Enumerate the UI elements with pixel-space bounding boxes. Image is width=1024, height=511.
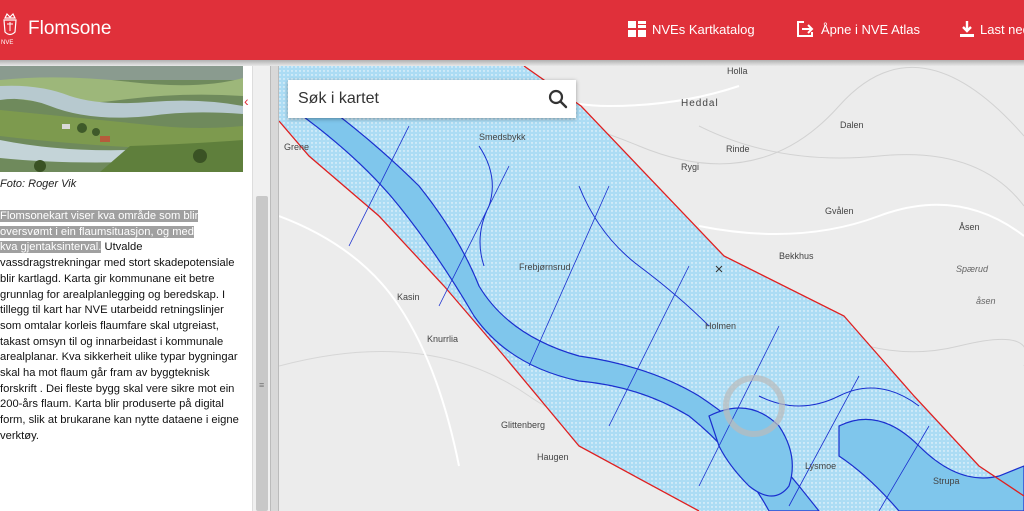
nav-atlas-link[interactable]: Åpne i NVE Atlas [797, 21, 920, 37]
photo-caption: Foto: Roger Vik [0, 178, 77, 190]
highlighted-text-1: Flomsonekart viser kva område som blir [0, 210, 199, 222]
top-bar: NVE Flomsone NVEs Kartkatalog Åpne i NVE… [0, 0, 1024, 60]
nav-download-link[interactable]: Last ned [960, 21, 1024, 37]
place-label: Haugen [537, 452, 569, 462]
nav-kartkatalog-label: NVEs Kartkatalog [652, 21, 755, 37]
place-label: Heddal [681, 98, 719, 109]
svg-text:NVE: NVE [1, 40, 13, 46]
sidebar-scrollbar[interactable]: ≡ [252, 66, 270, 511]
description-body: Utvalde vassdragstrekningar med stort sk… [0, 241, 239, 442]
highlighted-text-2: oversvømt i ein flaumsituasjon, og med [0, 225, 194, 238]
place-label: Glittenberg [501, 420, 546, 430]
download-icon [960, 21, 974, 37]
crown-icon: NVE [1, 12, 17, 46]
app-title: Flomsone [28, 18, 112, 39]
place-label: Holla [727, 66, 748, 76]
map-canvas[interactable]: Holla Heddal Dalen Grene Smedsbykk Rinde… [279, 66, 1024, 511]
place-label: Rygi [681, 162, 700, 172]
place-label: Kasin [397, 292, 420, 302]
nve-logo[interactable]: NVE [0, 12, 20, 48]
place-label: Lysmoe [805, 461, 837, 471]
place-label: Rinde [726, 144, 750, 154]
place-label: Holmen [705, 321, 737, 331]
scroll-grip-icon: ≡ [259, 380, 265, 390]
place-label: Spærud [956, 264, 989, 274]
place-label: Frebjørnsrud [519, 262, 571, 272]
map-search-input[interactable] [298, 87, 538, 111]
nav-download-label: Last ned [980, 21, 1024, 37]
map-layer [279, 66, 1024, 511]
nav-atlas-label: Åpne i NVE Atlas [821, 21, 920, 37]
search-icon[interactable] [548, 89, 568, 114]
place-label: Strupa [933, 476, 960, 486]
place-label: Bekkhus [779, 251, 814, 261]
place-label: Grene [284, 142, 310, 152]
place-label: Smedsbykk [479, 132, 526, 142]
panel-splitter[interactable] [270, 66, 279, 511]
scrollbar-thumb[interactable] [256, 196, 268, 511]
flood-photo [0, 66, 243, 172]
highlighted-text-3: kva gjentaksinterval. [0, 241, 102, 254]
description-text: Flomsonekart viser kva område som blir o… [0, 209, 243, 445]
grid-icon [628, 21, 646, 37]
place-label: Dalen [840, 120, 864, 130]
nav-kartkatalog-link[interactable]: NVEs Kartkatalog [628, 21, 755, 37]
open-external-icon [797, 21, 814, 37]
info-sidebar: Foto: Roger Vik Flomsonekart viser kva o… [0, 66, 258, 511]
collapse-sidebar-icon[interactable]: ‹ [244, 93, 249, 109]
place-label: åsen [976, 296, 996, 306]
place-label: Gvålen [825, 206, 854, 216]
place-label: Knurrlia [427, 334, 459, 344]
place-label: Åsen [959, 222, 980, 232]
map-search-box [288, 80, 576, 118]
